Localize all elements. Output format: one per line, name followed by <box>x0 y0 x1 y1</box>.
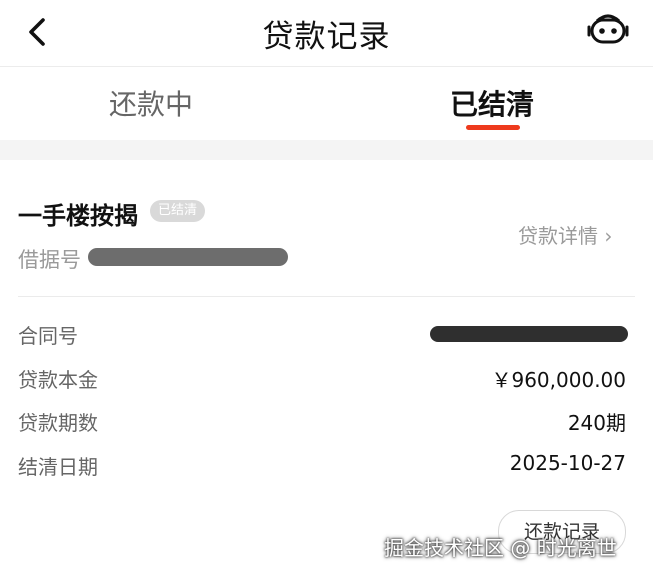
contract-number-label: 合同号 <box>18 324 78 348</box>
robot-service-icon <box>587 14 629 44</box>
tab-repaying[interactable]: 还款中 <box>109 83 193 123</box>
loan-principal-label: 贷款本金 <box>18 368 98 392</box>
tab-settled[interactable]: 已结清 <box>450 83 534 123</box>
loan-status-tabs: 还款中 已结清 <box>0 67 653 140</box>
loan-name: 一手楼按揭 <box>18 202 138 230</box>
receipt-number-redaction <box>88 248 288 266</box>
active-tab-indicator <box>466 125 520 130</box>
contract-number-redaction <box>430 326 628 342</box>
loan-card: 一手楼按揭 已结清 借据号 贷款详情 › 合同号 贷款本金 ￥960,000.0… <box>0 160 653 573</box>
card-divider <box>18 296 635 297</box>
loan-term-label: 贷款期数 <box>18 411 98 435</box>
watermark: 掘金技术社区 @ 时光离世 <box>384 536 617 560</box>
section-spacer <box>0 140 653 160</box>
loan-principal-value: ￥960,000.00 <box>491 368 626 392</box>
settlement-date-value: 2025-10-27 <box>509 451 626 475</box>
top-nav-bar: 贷款记录 <box>0 0 653 67</box>
loan-detail-link[interactable]: 贷款详情 › <box>518 220 612 249</box>
loan-term-value: 240期 <box>567 411 626 435</box>
customer-service-button[interactable] <box>587 12 629 50</box>
status-badge: 已结清 <box>150 200 206 222</box>
receipt-number-label: 借据号 <box>18 248 81 272</box>
page-title: 贷款记录 <box>262 19 391 55</box>
settlement-date-label: 结清日期 <box>18 455 98 479</box>
